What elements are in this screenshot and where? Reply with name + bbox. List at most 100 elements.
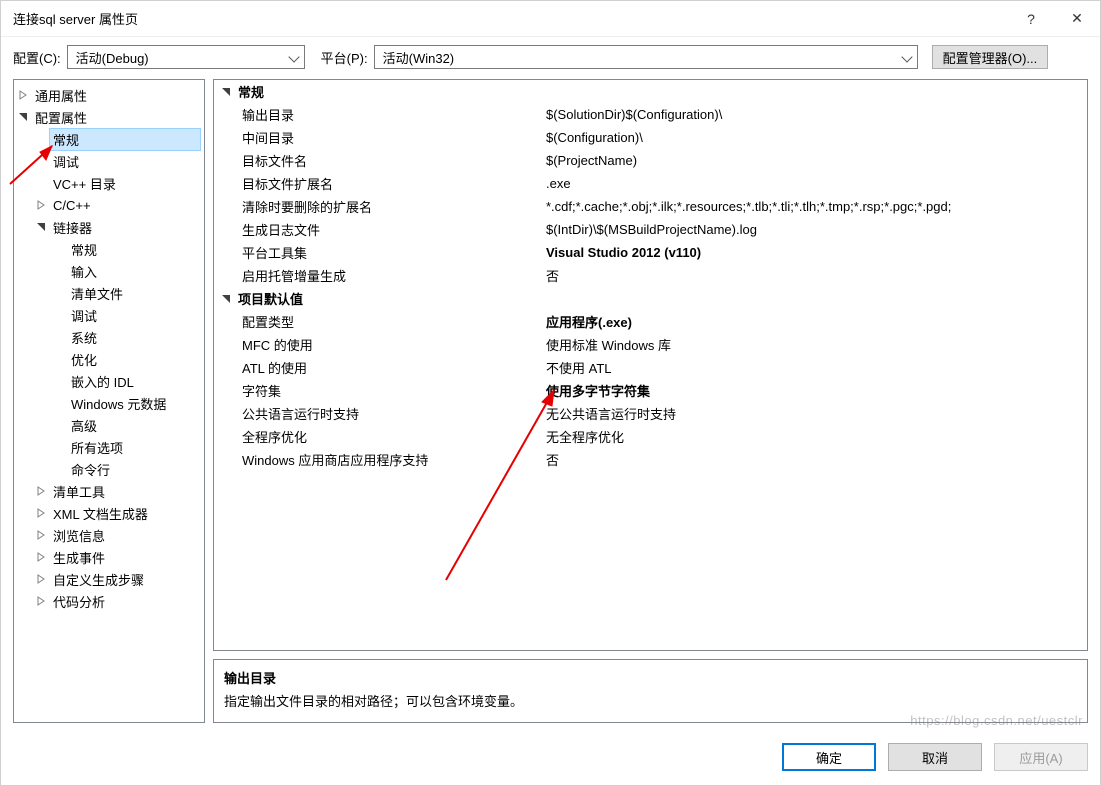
property-name: 清除时要删除的扩展名 [214,197,542,216]
property-value[interactable]: .exe [542,176,1087,191]
right-pane: 常规输出目录$(SolutionDir)$(Configuration)\中间目… [213,79,1088,723]
property-value[interactable]: *.cdf;*.cache;*.obj;*.ilk;*.resources;*.… [542,199,1087,214]
tree-expander-icon[interactable] [34,528,48,542]
platform-dropdown[interactable]: 活动(Win32) [374,45,918,69]
ok-button[interactable]: 确定 [782,743,876,771]
property-value[interactable]: $(Configuration)\ [542,130,1087,145]
tree-expander-icon[interactable] [34,198,48,212]
tree-item-label: 系统 [68,327,200,348]
property-value[interactable]: 应用程序(.exe) [542,312,1087,331]
group-expander-icon [220,293,232,305]
property-value[interactable]: $(IntDir)\$(MSBuildProjectName).log [542,222,1087,237]
property-row[interactable]: 生成日志文件$(IntDir)\$(MSBuildProjectName).lo… [214,218,1087,241]
property-row[interactable]: ATL 的使用不使用 ATL [214,356,1087,379]
tree-expander-icon[interactable] [34,484,48,498]
property-name: 中间目录 [214,128,542,147]
tree-item[interactable]: 常规 [14,238,204,260]
tree-item[interactable]: 常规 [14,128,204,150]
tree-expander-icon[interactable] [34,594,48,608]
property-value[interactable]: 否 [542,450,1087,469]
tree-item-label: 常规 [68,239,200,260]
config-bar: 配置(C): 活动(Debug) 平台(P): 活动(Win32) 配置管理器(… [1,37,1100,79]
tree-expander-spacer [52,352,66,366]
tree-expander-icon[interactable] [34,220,48,234]
tree-item[interactable]: 配置属性 [14,106,204,128]
property-value[interactable]: 否 [542,266,1087,285]
property-name: 平台工具集 [214,243,542,262]
tree-item[interactable]: 链接器 [14,216,204,238]
tree-item[interactable]: 命令行 [14,458,204,480]
tree-expander-icon[interactable] [16,110,30,124]
tree-item[interactable]: 嵌入的 IDL [14,370,204,392]
tree-expander-icon[interactable] [34,550,48,564]
system-buttons: ? ✕ [1008,1,1100,36]
property-row[interactable]: Windows 应用商店应用程序支持否 [214,448,1087,471]
property-value[interactable]: 不使用 ATL [542,358,1087,377]
help-button[interactable]: ? [1008,1,1054,36]
tree-item[interactable]: 优化 [14,348,204,370]
property-name: 公共语言运行时支持 [214,404,542,423]
tree-item-label: 清单文件 [68,283,200,304]
property-row[interactable]: 平台工具集Visual Studio 2012 (v110) [214,241,1087,264]
property-grid[interactable]: 常规输出目录$(SolutionDir)$(Configuration)\中间目… [213,79,1088,651]
tree-item[interactable]: C/C++ [14,194,204,216]
property-row[interactable]: 目标文件名$(ProjectName) [214,149,1087,172]
description-text: 指定输出文件目录的相对路径；可以包含环境变量。 [224,691,1077,710]
nav-tree[interactable]: 通用属性配置属性常规调试VC++ 目录C/C++链接器常规输入清单文件调试系统优… [13,79,205,723]
property-row[interactable]: 清除时要删除的扩展名*.cdf;*.cache;*.obj;*.ilk;*.re… [214,195,1087,218]
property-group-header[interactable]: 项目默认值 [214,287,1087,310]
tree-item[interactable]: 系统 [14,326,204,348]
tree-item[interactable]: 调试 [14,304,204,326]
platform-label: 平台(P): [321,48,368,67]
tree-item[interactable]: 清单文件 [14,282,204,304]
description-title: 输出目录 [224,668,1077,687]
tree-item-label: 常规 [50,129,200,150]
configuration-dropdown[interactable]: 活动(Debug) [67,45,305,69]
property-value[interactable]: $(SolutionDir)$(Configuration)\ [542,107,1087,122]
tree-item[interactable]: 通用属性 [14,84,204,106]
property-row[interactable]: 输出目录$(SolutionDir)$(Configuration)\ [214,103,1087,126]
close-button[interactable]: ✕ [1054,1,1100,36]
tree-item[interactable]: 浏览信息 [14,524,204,546]
property-row[interactable]: 目标文件扩展名.exe [214,172,1087,195]
configuration-manager-button[interactable]: 配置管理器(O)... [932,45,1049,69]
chevron-down-icon [901,51,912,62]
tree-expander-icon[interactable] [34,572,48,586]
tree-item-label: 命令行 [68,459,200,480]
property-row[interactable]: 启用托管增量生成否 [214,264,1087,287]
tree-item[interactable]: Windows 元数据 [14,392,204,414]
tree-item[interactable]: 高级 [14,414,204,436]
tree-item[interactable]: 自定义生成步骤 [14,568,204,590]
property-row[interactable]: 全程序优化无全程序优化 [214,425,1087,448]
property-value[interactable]: 使用标准 Windows 库 [542,335,1087,354]
tree-item-label: 清单工具 [50,481,200,502]
property-value[interactable]: Visual Studio 2012 (v110) [542,245,1087,260]
apply-button[interactable]: 应用(A) [994,743,1088,771]
tree-item[interactable]: XML 文档生成器 [14,502,204,524]
property-row[interactable]: 配置类型应用程序(.exe) [214,310,1087,333]
tree-item[interactable]: VC++ 目录 [14,172,204,194]
property-value[interactable]: 无全程序优化 [542,427,1087,446]
property-name: 启用托管增量生成 [214,266,542,285]
tree-item-label: 调试 [50,151,200,172]
tree-item[interactable]: 清单工具 [14,480,204,502]
property-group-header[interactable]: 常规 [214,80,1087,103]
property-value[interactable]: 使用多字节字符集 [542,381,1087,400]
tree-item[interactable]: 所有选项 [14,436,204,458]
property-row[interactable]: 字符集使用多字节字符集 [214,379,1087,402]
tree-expander-icon[interactable] [34,506,48,520]
group-title: 项目默认值 [238,289,303,308]
tree-item[interactable]: 生成事件 [14,546,204,568]
tree-item[interactable]: 输入 [14,260,204,282]
tree-item-label: VC++ 目录 [50,173,200,194]
tree-item[interactable]: 代码分析 [14,590,204,612]
cancel-button[interactable]: 取消 [888,743,982,771]
tree-expander-icon[interactable] [16,88,30,102]
property-pages-window: 连接sql server 属性页 ? ✕ 配置(C): 活动(Debug) 平台… [0,0,1101,786]
property-row[interactable]: 公共语言运行时支持无公共语言运行时支持 [214,402,1087,425]
property-value[interactable]: $(ProjectName) [542,153,1087,168]
property-row[interactable]: MFC 的使用使用标准 Windows 库 [214,333,1087,356]
property-row[interactable]: 中间目录$(Configuration)\ [214,126,1087,149]
tree-item[interactable]: 调试 [14,150,204,172]
property-value[interactable]: 无公共语言运行时支持 [542,404,1087,423]
